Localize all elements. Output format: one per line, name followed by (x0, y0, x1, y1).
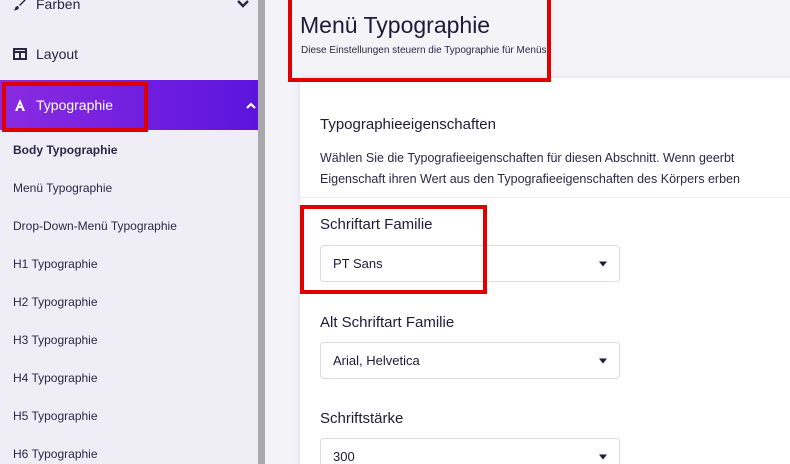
sidebar-item-label: Layout (36, 46, 79, 62)
font-weight-label: Schriftstärke (320, 410, 404, 427)
alt-font-family-select[interactable]: Arial, Helvetica (320, 342, 620, 379)
sidebar-item-farben[interactable]: Farben (0, 0, 258, 18)
sidebar-item-label: Farben (36, 0, 81, 12)
sidebar-submenu: Body Typographie Menü Typographie Drop-D… (0, 131, 258, 464)
section-title: Typographieeigenschaften (320, 116, 496, 133)
sidebar: Farben Layout Typographie Body Typograph… (0, 0, 265, 464)
caret-down-icon (599, 454, 607, 459)
alt-font-family-label: Alt Schriftart Familie (320, 314, 455, 331)
chevron-down-icon (236, 0, 250, 12)
section-description-line: Wählen Sie die Typografieeigenschaften f… (320, 151, 735, 165)
sidebar-subitem-menu[interactable]: Menü Typographie (0, 169, 258, 207)
font-weight-value: 300 (333, 449, 355, 464)
sidebar-subitem-body[interactable]: Body Typographie (0, 131, 258, 169)
sidebar-subitem-h2[interactable]: H2 Typographie (0, 283, 258, 321)
font-family-select[interactable]: PT Sans (320, 245, 620, 282)
layout-icon (12, 48, 28, 60)
sidebar-subitem-h3[interactable]: H3 Typographie (0, 321, 258, 359)
sidebar-subitem-h4[interactable]: H4 Typographie (0, 359, 258, 397)
sidebar-subitem-h6[interactable]: H6 Typographie (0, 435, 258, 464)
section-description-line: Eigenschaft ihren Wert aus den Typografi… (320, 172, 740, 186)
font-family-value: PT Sans (333, 256, 383, 271)
font-family-label: Schriftart Familie (320, 216, 433, 233)
sidebar-item-layout[interactable]: Layout (0, 40, 258, 68)
sidebar-subitem-h1[interactable]: H1 Typographie (0, 245, 258, 283)
divider (300, 197, 790, 198)
caret-down-icon (599, 358, 607, 363)
alt-font-family-value: Arial, Helvetica (333, 353, 420, 368)
section-description: Wählen Sie die Typografieeigenschaften f… (320, 148, 790, 190)
chevron-up-icon (245, 97, 257, 113)
sidebar-item-label: Typographie (36, 97, 114, 113)
font-icon (12, 98, 28, 112)
brush-icon (12, 0, 28, 11)
page-title: Menü Typographie (300, 12, 491, 38)
settings-card: Typographieeigenschaften Wählen Sie die … (300, 78, 790, 464)
sidebar-item-typographie[interactable]: Typographie (0, 80, 265, 130)
page-subtitle: Diese Einstellungen steuern die Typograp… (301, 45, 550, 56)
sidebar-subitem-dropdown[interactable]: Drop-Down-Menü Typographie (0, 207, 258, 245)
font-weight-select[interactable]: 300 (320, 438, 620, 464)
sidebar-scrollbar[interactable] (258, 0, 265, 464)
sidebar-subitem-h5[interactable]: H5 Typographie (0, 397, 258, 435)
caret-down-icon (599, 261, 607, 266)
